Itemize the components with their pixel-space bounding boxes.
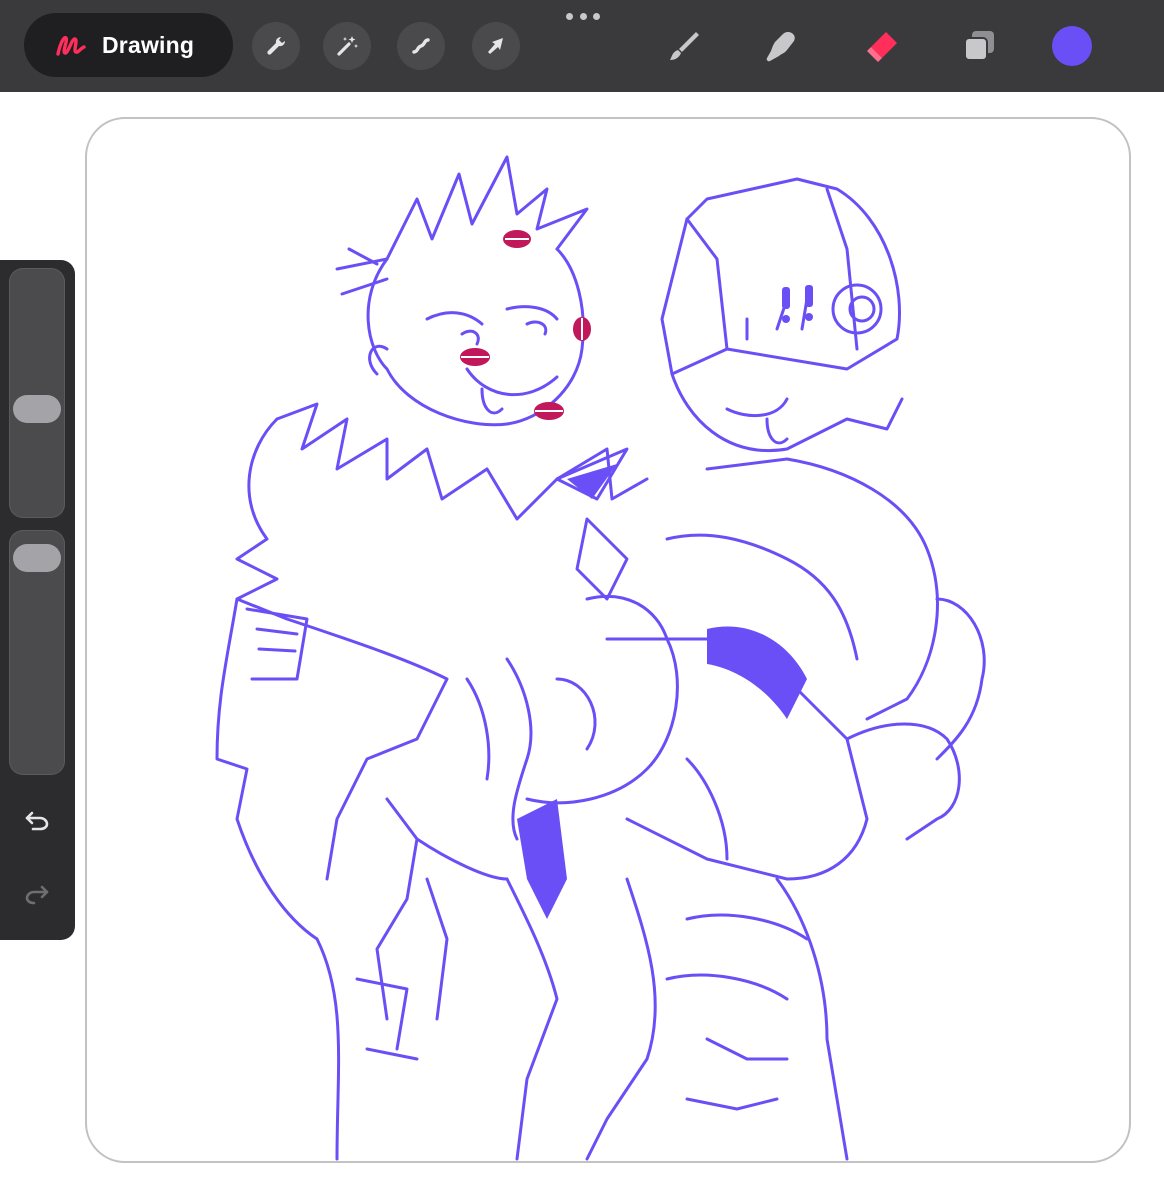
transform-arrow-icon: [488, 38, 503, 54]
app-title: Drawing: [102, 31, 195, 58]
magic-wand-icon: [337, 36, 358, 56]
side-toolbar: [0, 260, 75, 940]
sketch-artwork: [215, 155, 986, 1161]
undo-button[interactable]: [18, 800, 56, 838]
wrench-icon: [267, 36, 286, 55]
opacity-thumb[interactable]: [13, 544, 61, 573]
layers-button[interactable]: [955, 22, 1003, 70]
smudge-button[interactable]: [757, 22, 805, 70]
color-picker-button[interactable]: [1052, 26, 1092, 66]
redo-button[interactable]: [18, 874, 56, 912]
kiss-marks: [460, 230, 591, 420]
brush-size-slider[interactable]: [9, 268, 65, 518]
opacity-slider[interactable]: [9, 530, 65, 775]
drawing-canvas[interactable]: [85, 117, 1131, 1163]
eraser-icon: [867, 32, 897, 62]
brush-size-thumb[interactable]: [13, 395, 61, 424]
top-toolbar: Drawing: [0, 0, 1164, 92]
brush-button[interactable]: [661, 22, 709, 70]
redo-icon: [25, 885, 49, 905]
actions-button[interactable]: [252, 22, 300, 70]
selection-icon: [412, 38, 430, 54]
selection-button[interactable]: [397, 22, 445, 70]
toolbar-grabber-icon[interactable]: [566, 11, 600, 21]
scribble-logo-icon: [56, 36, 86, 56]
undo-icon: [25, 811, 49, 831]
gallery-drawing-button[interactable]: Drawing: [24, 13, 233, 77]
brush-icon: [670, 32, 699, 60]
adjustments-button[interactable]: [323, 22, 371, 70]
transform-button[interactable]: [472, 22, 520, 70]
smudge-icon: [766, 32, 795, 62]
layers-icon: [964, 31, 994, 61]
eraser-button[interactable]: [858, 22, 906, 70]
